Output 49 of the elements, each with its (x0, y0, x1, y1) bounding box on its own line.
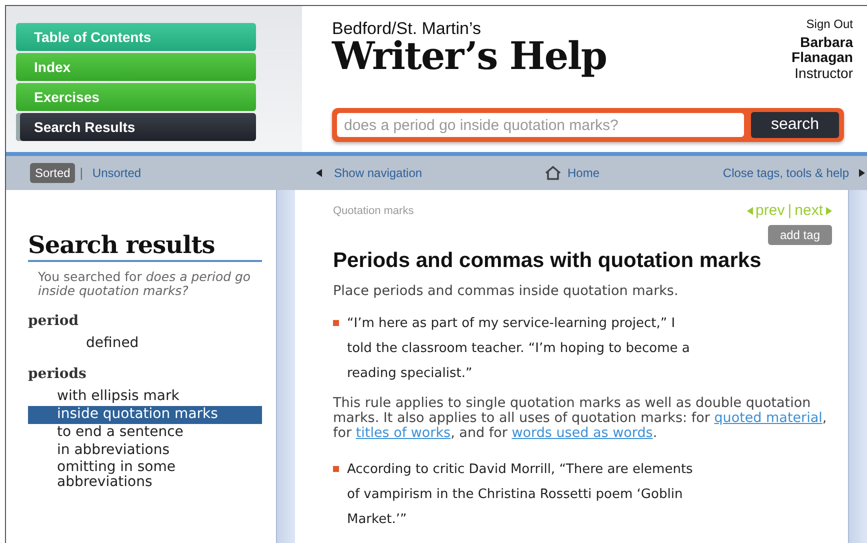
sign-out-link[interactable]: Sign Out (806, 17, 853, 31)
site-title: Writer’s Help (332, 37, 607, 75)
result-link[interactable]: in abbreviations (28, 442, 262, 460)
scrollbar[interactable] (848, 190, 867, 543)
user-role: Instructor (794, 66, 853, 82)
search-query-text: You searched for does a period go inside quotation marks? (38, 270, 252, 299)
index-heading: periods (28, 366, 88, 382)
search-button[interactable]: search (751, 112, 839, 138)
intro-text: Place periods and commas inside quotation marks. (333, 283, 680, 299)
nav-button[interactable]: Table of Contents (16, 23, 256, 51)
breadcrumb: Quotation marks (333, 204, 414, 216)
scrollbar[interactable] (276, 190, 295, 543)
publisher-name: Bedford/St. Martin’s (332, 20, 482, 37)
add-tag-button[interactable]: add tag (768, 225, 832, 245)
example-text: According to critic David Morrill, “There are elements of vampirism in the Christina Rossetti poem ‘Goblin Market.’” (347, 460, 694, 529)
next-link[interactable]: next (794, 202, 823, 219)
separator: | (788, 202, 792, 219)
result-link[interactable]: inside quotation marks (28, 406, 262, 424)
right-arrow-icon (859, 169, 865, 177)
separator: | (79, 166, 84, 180)
index-heading: period (28, 312, 80, 329)
bullet-icon (333, 466, 339, 472)
sort-tab[interactable]: Unsorted (87, 163, 146, 183)
nav-button[interactable]: Search Results (16, 113, 256, 141)
topic-link[interactable]: words used as words (512, 424, 653, 441)
sort-tab[interactable]: Sorted (30, 163, 76, 183)
home-icon (545, 166, 562, 180)
prev-link[interactable]: prev (756, 202, 785, 219)
next-arrow-icon (826, 206, 832, 214)
show-navigation-link[interactable]: Show navigation (334, 166, 422, 180)
nav-button[interactable]: Index (16, 53, 256, 81)
result-link[interactable]: to end a sentence (28, 424, 262, 442)
search-field[interactable]: does a period go inside quotation marks? search (332, 108, 844, 142)
bullet-icon (333, 320, 339, 326)
article-title: Periods and commas with quotation marks (333, 249, 762, 273)
result-link[interactable]: defined (28, 334, 262, 352)
result-link[interactable]: with ellipsis mark (28, 388, 262, 406)
example-text: “I’m here as part of my service-learning project,” I told the classroom teacher. “I’m hoping to become a reading specialist.” (347, 315, 691, 383)
result-link[interactable]: omitting in some abbreviations (28, 459, 262, 492)
sidebar-title: Search results (28, 230, 262, 262)
rule-paragraph: This rule applies to single quotation marks as well as double quotation marks. It also applies to all uses of quotation marks: for quoted material, for titles of works, and for words used as words. (333, 396, 828, 441)
user-name: Barbara Flanagan (790, 35, 853, 66)
home-link[interactable]: Home (567, 166, 600, 180)
nav-button[interactable]: Exercises (16, 83, 256, 111)
prev-arrow-icon (746, 206, 753, 214)
close-tags-link[interactable]: Close tags, tools & help (722, 166, 849, 180)
left-arrow-icon (316, 169, 322, 177)
topic-link[interactable]: titles of works (356, 424, 451, 441)
topic-link[interactable]: quoted material (714, 410, 822, 426)
